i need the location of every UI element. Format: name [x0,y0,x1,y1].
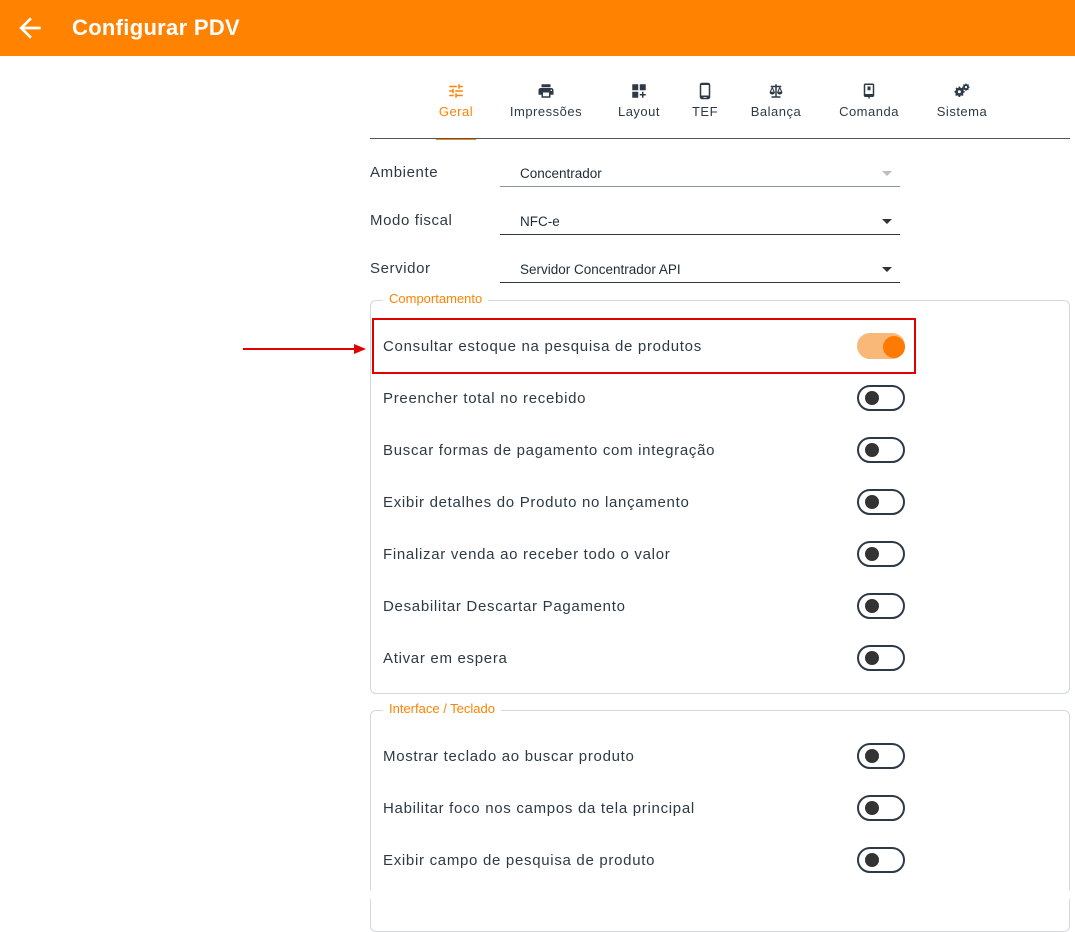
ambiente-value: Concentrador [520,166,602,181]
tab-label: Sistema [936,104,988,119]
setting-label: Finalizar venda ao receber todo o valor [383,546,671,563]
caret-down-icon [882,219,892,224]
setting-label: Desabilitar Descartar Pagamento [383,598,626,615]
setting-row-habilitar-foco: Habilitar foco nos campos da tela princi… [383,784,913,836]
toggle-switch[interactable] [857,385,905,411]
tab-label: Geral [438,104,474,119]
tab-layout[interactable]: Layout [614,82,664,140]
setting-label: Buscar formas de pagamento com integraçã… [383,442,716,459]
back-button[interactable] [14,12,46,44]
viewport-bottom-mask [370,890,1075,899]
toggle-knob [865,391,879,405]
annotation-arrow-icon [354,344,366,354]
toggle-knob [865,801,879,815]
setting-label: Exibir detalhes do Produto no lançamento [383,494,690,511]
tab-balanca[interactable]: Balança [746,82,806,140]
setting-label: Mostrar teclado ao buscar produto [383,748,635,765]
setting-row-finalizar-venda: Finalizar venda ao receber todo o valor [383,530,913,582]
toggle-knob [883,336,905,358]
setting-row-buscar-formas: Buscar formas de pagamento com integraçã… [383,426,913,478]
setting-label: Preencher total no recebido [383,390,587,407]
toggle-switch[interactable] [857,847,905,873]
toggle-switch[interactable] [857,333,905,359]
annotation-arrow-line [243,348,355,350]
toggle-switch[interactable] [857,489,905,515]
caret-down-icon [882,267,892,272]
modo-fiscal-value: NFC-e [520,214,560,229]
toggle-switch[interactable] [857,795,905,821]
servidor-value: Servidor Concentrador API [520,262,681,277]
setting-row-mostrar-teclado: Mostrar teclado ao buscar produto [383,732,913,784]
tab-label: TEF [691,104,719,119]
tab-comanda[interactable]: Comanda [834,82,904,140]
tab-label: Comanda [839,104,899,119]
tabs-divider [370,138,1070,139]
toggle-knob [865,547,879,561]
setting-row-exibir-detalhes: Exibir detalhes do Produto no lançamento [383,478,913,530]
sliders-icon [449,84,463,98]
caret-down-icon [882,171,892,176]
toggle-switch[interactable] [857,645,905,671]
tab-label: Layout [617,104,661,119]
printer-icon [538,84,554,98]
servidor-select[interactable]: Servidor Concentrador API [500,258,900,283]
tab-sistema[interactable]: Sistema [932,82,992,140]
toggle-switch[interactable] [857,541,905,567]
ambiente-label: Ambiente [370,164,439,181]
page-title: Configurar PDV [72,15,240,40]
ambiente-select[interactable]: Concentrador [500,162,900,187]
tab-impressoes[interactable]: Impressões [504,82,588,140]
toggle-knob [865,749,879,763]
toggle-switch[interactable] [857,593,905,619]
setting-row-ativar-espera: Ativar em espera [383,634,913,686]
modo-fiscal-label: Modo fiscal [370,212,453,229]
toggle-knob [865,443,879,457]
toggle-knob [865,853,879,867]
setting-row-preencher-total: Preencher total no recebido [383,374,913,426]
group-legend: Comportamento [383,291,489,306]
toggle-knob [865,599,879,613]
setting-row-exibir-campo-pesquisa: Exibir campo de pesquisa de produto [383,836,913,888]
scale-icon [769,84,783,98]
toggle-knob [865,495,879,509]
modo-fiscal-select[interactable]: NFC-e [500,210,900,235]
setting-row-desabilitar-descartar: Desabilitar Descartar Pagamento [383,582,913,634]
setting-label: Consultar estoque na pesquisa de produto… [383,338,702,355]
arrow-left-icon [19,17,41,39]
tab-geral[interactable]: Geral [436,82,476,140]
tab-bar: Geral Impressões Layout TEF Balança Coma… [370,56,1070,140]
tablet-pen-icon [863,83,875,99]
setting-row-consultar-estoque: Consultar estoque na pesquisa de produto… [383,322,913,374]
phone-icon [699,82,711,100]
tab-label: Balança [750,104,802,119]
toggle-knob [865,651,879,665]
tab-label: Impressões [509,104,583,119]
group-legend: Interface / Teclado [383,701,501,716]
setting-label: Habilitar foco nos campos da tela princi… [383,800,695,817]
app-bar: Configurar PDV [0,0,1075,56]
tab-tef[interactable]: TEF [690,82,720,140]
setting-label: Exibir campo de pesquisa de produto [383,852,656,869]
toggle-switch[interactable] [857,437,905,463]
setting-label: Ativar em espera [383,650,508,667]
servidor-label: Servidor [370,260,431,277]
toggle-switch[interactable] [857,743,905,769]
dashboard-add-icon [632,84,646,98]
gears-icon [954,83,970,97]
